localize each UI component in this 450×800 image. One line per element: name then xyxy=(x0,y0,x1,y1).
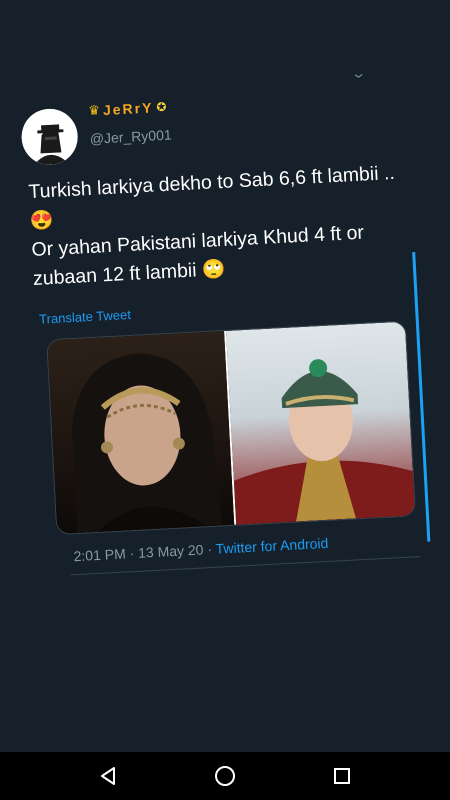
media-photo-left[interactable] xyxy=(47,331,234,535)
crown-icon: ♛ xyxy=(87,102,101,118)
translate-tweet-link[interactable]: Translate Tweet xyxy=(39,307,131,327)
chevron-down-icon[interactable]: ⌄ xyxy=(350,64,367,82)
tweet-text: Turkish larkiya dekho to Sab 6,6 ft lamb… xyxy=(28,159,404,294)
meta-separator: · xyxy=(203,540,217,558)
author-name-row[interactable]: ♛ JeRrY ✪ xyxy=(88,99,167,119)
tweet-date: 13 May 20 xyxy=(137,541,204,561)
display-name[interactable]: JeRrY xyxy=(103,99,154,118)
tweet-time: 2:01 PM xyxy=(73,545,127,565)
recents-icon[interactable] xyxy=(322,756,362,796)
star-badge-icon: ✪ xyxy=(156,99,167,115)
avatar[interactable] xyxy=(20,107,80,167)
tweet-text-line2: Or yahan Pakistani larkiya Khud 4 ft or … xyxy=(30,221,365,290)
meta-separator: · xyxy=(125,544,139,562)
eye-roll-emoji: 🙄 xyxy=(201,258,227,282)
tweet-card[interactable]: ♛ JeRrY ✪ @Jer_Ry001 ⌄ Turkish larkiya d… xyxy=(0,0,450,751)
tweet-text-line1: Turkish larkiya dekho to Sab 6,6 ft lamb… xyxy=(27,161,396,204)
tweet-meta: 2:01 PM · 13 May 20 · Twitter for Androi… xyxy=(73,535,328,564)
android-nav-bar xyxy=(0,752,450,800)
heart-eyes-emoji: 😍 xyxy=(29,209,55,233)
tweet-source-link[interactable]: Twitter for Android xyxy=(215,535,329,557)
back-icon[interactable] xyxy=(88,756,128,796)
author-handle[interactable]: @Jer_Ry001 xyxy=(89,127,172,147)
home-icon[interactable] xyxy=(205,756,245,796)
media-photo-right[interactable] xyxy=(226,321,415,525)
tweet-media[interactable] xyxy=(46,320,417,536)
